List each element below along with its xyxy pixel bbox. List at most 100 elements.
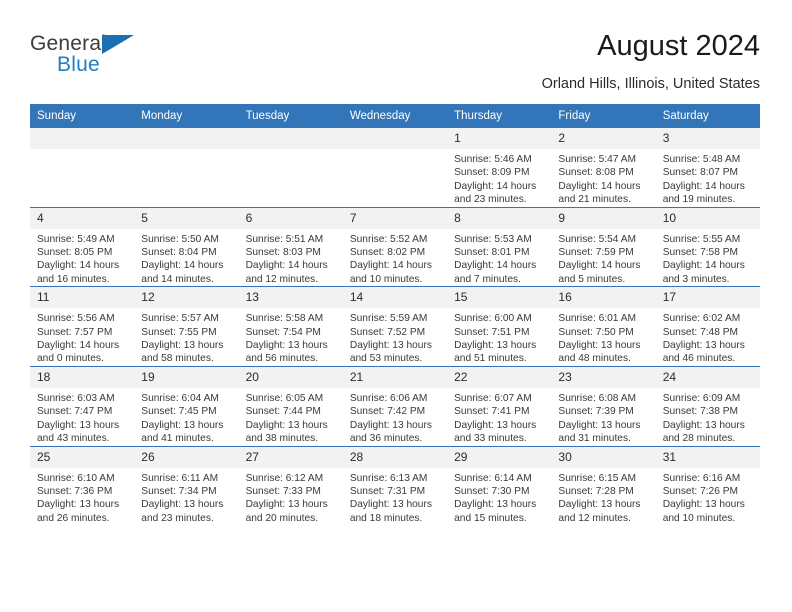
day-details: Sunrise: 6:15 AM Sunset: 7:28 PM Dayligh… bbox=[558, 472, 641, 524]
day-details: Sunrise: 6:00 AM Sunset: 7:51 PM Dayligh… bbox=[454, 313, 537, 365]
day-number: 11 bbox=[30, 287, 135, 309]
day-cell[interactable]: 26 Sunrise: 6:11 AM Sunset: 7:34 PM Dayli… bbox=[134, 445, 239, 526]
weekday-header-row: Sunday Monday Tuesday Wednesday Thursday… bbox=[30, 104, 760, 128]
day-details bbox=[30, 149, 134, 153]
day-number: 31 bbox=[655, 446, 760, 468]
day-cell[interactable]: 2 Sunrise: 5:47 AM Sunset: 8:08 PM Daylig… bbox=[551, 128, 656, 208]
day-cell[interactable]: 30 Sunrise: 6:15 AM Sunset: 7:28 PM Dayli… bbox=[551, 445, 656, 526]
day-number: 24 bbox=[655, 366, 760, 388]
day-cell[interactable]: 7 Sunrise: 5:52 AM Sunset: 8:02 PM Daylig… bbox=[342, 206, 448, 287]
page-title: August 2024 bbox=[597, 30, 760, 62]
calendar-grid: Sunday Monday Tuesday Wednesday Thursday… bbox=[30, 104, 760, 526]
day-cell[interactable]: 4 Sunrise: 5:49 AM Sunset: 8:05 PM Daylig… bbox=[30, 206, 135, 287]
day-cell bbox=[342, 128, 448, 208]
day-details: Sunrise: 6:07 AM Sunset: 7:41 PM Dayligh… bbox=[454, 392, 537, 445]
day-number: 16 bbox=[551, 287, 656, 309]
day-cell[interactable]: 29 Sunrise: 6:14 AM Sunset: 7:30 PM Dayli… bbox=[447, 445, 552, 526]
day-cell[interactable]: 31 Sunrise: 6:16 AM Sunset: 7:26 PM Dayli… bbox=[655, 445, 760, 526]
day-number: 18 bbox=[30, 366, 135, 388]
day-cell[interactable]: 16 Sunrise: 6:01 AM Sunset: 7:50 PM Dayli… bbox=[551, 286, 656, 367]
day-details: Sunrise: 6:06 AM Sunset: 7:42 PM Dayligh… bbox=[349, 392, 432, 445]
week-row: 18 Sunrise: 6:03 AM Sunset: 7:47 PM Dayli… bbox=[30, 365, 760, 446]
day-details bbox=[134, 149, 238, 153]
day-cell[interactable]: 22 Sunrise: 6:07 AM Sunset: 7:41 PM Dayli… bbox=[447, 365, 552, 446]
day-cell[interactable]: 10 Sunrise: 5:55 AM Sunset: 7:58 PM Dayli… bbox=[655, 206, 760, 287]
logo-text-blue: Blue bbox=[57, 53, 100, 76]
day-details: Sunrise: 5:52 AM Sunset: 8:02 PM Dayligh… bbox=[349, 233, 432, 285]
day-cell[interactable]: 3 Sunrise: 5:48 AM Sunset: 8:07 PM Daylig… bbox=[655, 128, 760, 208]
day-details: Sunrise: 5:54 AM Sunset: 7:59 PM Dayligh… bbox=[558, 233, 641, 285]
calendar-page: General Blue August 2024 Orland Hills, I… bbox=[0, 0, 792, 612]
day-number: 17 bbox=[655, 287, 760, 309]
day-details: Sunrise: 5:46 AM Sunset: 8:09 PM Dayligh… bbox=[454, 154, 537, 206]
day-details: Sunrise: 5:51 AM Sunset: 8:03 PM Dayligh… bbox=[245, 233, 328, 285]
day-cell[interactable]: 25 Sunrise: 6:10 AM Sunset: 7:36 PM Dayli… bbox=[30, 445, 135, 526]
day-cell bbox=[238, 128, 343, 208]
day-details: Sunrise: 5:59 AM Sunset: 7:52 PM Dayligh… bbox=[349, 313, 432, 365]
day-cell[interactable]: 24 Sunrise: 6:09 AM Sunset: 7:38 PM Dayli… bbox=[655, 365, 760, 446]
day-details: Sunrise: 6:10 AM Sunset: 7:36 PM Dayligh… bbox=[37, 472, 120, 524]
day-details: Sunrise: 5:48 AM Sunset: 8:07 PM Dayligh… bbox=[662, 154, 745, 206]
day-cell[interactable]: 8 Sunrise: 5:53 AM Sunset: 8:01 PM Daylig… bbox=[447, 206, 552, 287]
day-number: 1 bbox=[447, 128, 552, 149]
day-number: 9 bbox=[551, 207, 656, 229]
day-number bbox=[238, 128, 343, 149]
day-details: Sunrise: 6:12 AM Sunset: 7:33 PM Dayligh… bbox=[245, 472, 328, 524]
day-cell[interactable]: 13 Sunrise: 5:58 AM Sunset: 7:54 PM Dayli… bbox=[238, 286, 343, 367]
day-details: Sunrise: 5:55 AM Sunset: 7:58 PM Dayligh… bbox=[662, 233, 745, 285]
day-number bbox=[30, 128, 135, 149]
day-details: Sunrise: 6:04 AM Sunset: 7:45 PM Dayligh… bbox=[141, 392, 224, 445]
day-details: Sunrise: 5:50 AM Sunset: 8:04 PM Dayligh… bbox=[141, 233, 224, 285]
week-row: 25 Sunrise: 6:10 AM Sunset: 7:36 PM Dayli… bbox=[30, 445, 760, 526]
day-cell[interactable]: 12 Sunrise: 5:57 AM Sunset: 7:55 PM Dayli… bbox=[134, 286, 239, 367]
day-number: 26 bbox=[134, 446, 239, 468]
day-number: 30 bbox=[551, 446, 656, 468]
day-number: 8 bbox=[447, 207, 552, 229]
day-details: Sunrise: 5:56 AM Sunset: 7:57 PM Dayligh… bbox=[37, 313, 120, 365]
day-number: 27 bbox=[238, 446, 343, 468]
location-subtitle: Orland Hills, Illinois, United States bbox=[541, 76, 760, 92]
day-number: 15 bbox=[447, 287, 552, 309]
day-number: 19 bbox=[134, 366, 239, 388]
day-details: Sunrise: 5:53 AM Sunset: 8:01 PM Dayligh… bbox=[454, 233, 537, 285]
day-cell[interactable]: 20 Sunrise: 6:05 AM Sunset: 7:44 PM Dayli… bbox=[238, 365, 343, 446]
day-cell[interactable]: 6 Sunrise: 5:51 AM Sunset: 8:03 PM Daylig… bbox=[238, 206, 343, 287]
day-details: Sunrise: 6:09 AM Sunset: 7:38 PM Dayligh… bbox=[662, 392, 745, 445]
general-blue-logo[interactable]: General Blue bbox=[30, 32, 150, 84]
day-cell[interactable]: 21 Sunrise: 6:06 AM Sunset: 7:42 PM Dayli… bbox=[342, 365, 448, 446]
day-cell[interactable]: 18 Sunrise: 6:03 AM Sunset: 7:47 PM Dayli… bbox=[30, 365, 135, 446]
day-number: 4 bbox=[30, 207, 135, 229]
day-cell[interactable]: 28 Sunrise: 6:13 AM Sunset: 7:31 PM Dayli… bbox=[342, 445, 448, 526]
day-number: 12 bbox=[134, 287, 239, 309]
day-cell[interactable]: 17 Sunrise: 6:02 AM Sunset: 7:48 PM Dayli… bbox=[655, 286, 760, 367]
day-cell[interactable]: 1 Sunrise: 5:46 AM Sunset: 8:09 PM Daylig… bbox=[447, 128, 552, 208]
weekday-header-tuesday: Tuesday bbox=[238, 104, 343, 128]
day-number: 2 bbox=[551, 128, 656, 149]
day-cell[interactable]: 23 Sunrise: 6:08 AM Sunset: 7:39 PM Dayli… bbox=[551, 365, 656, 446]
weekday-header-wednesday: Wednesday bbox=[342, 104, 448, 128]
day-details bbox=[343, 149, 447, 153]
week-row: 11 Sunrise: 5:56 AM Sunset: 7:57 PM Dayli… bbox=[30, 286, 760, 367]
day-cell[interactable]: 27 Sunrise: 6:12 AM Sunset: 7:33 PM Dayli… bbox=[238, 445, 343, 526]
day-details: Sunrise: 6:13 AM Sunset: 7:31 PM Dayligh… bbox=[349, 472, 432, 524]
day-cell[interactable]: 19 Sunrise: 6:04 AM Sunset: 7:45 PM Dayli… bbox=[134, 365, 239, 446]
day-details: Sunrise: 6:02 AM Sunset: 7:48 PM Dayligh… bbox=[662, 313, 745, 365]
day-cell[interactable]: 11 Sunrise: 5:56 AM Sunset: 7:57 PM Dayli… bbox=[30, 286, 135, 367]
day-details: Sunrise: 5:47 AM Sunset: 8:08 PM Dayligh… bbox=[558, 154, 641, 206]
day-details: Sunrise: 6:03 AM Sunset: 7:47 PM Dayligh… bbox=[37, 392, 120, 445]
day-cell[interactable]: 5 Sunrise: 5:50 AM Sunset: 8:04 PM Daylig… bbox=[134, 206, 239, 287]
weekday-header-monday: Monday bbox=[134, 104, 239, 128]
triangle-flag-icon bbox=[102, 35, 134, 54]
day-cell bbox=[134, 128, 239, 208]
day-cell[interactable]: 14 Sunrise: 5:59 AM Sunset: 7:52 PM Dayli… bbox=[342, 286, 448, 367]
day-details bbox=[239, 149, 343, 153]
day-cell[interactable]: 9 Sunrise: 5:54 AM Sunset: 7:59 PM Daylig… bbox=[551, 206, 656, 287]
day-cell[interactable]: 15 Sunrise: 6:00 AM Sunset: 7:51 PM Dayli… bbox=[447, 286, 552, 367]
day-number: 28 bbox=[342, 446, 448, 468]
day-number: 10 bbox=[655, 207, 760, 229]
day-number: 13 bbox=[238, 287, 343, 309]
day-details: Sunrise: 5:57 AM Sunset: 7:55 PM Dayligh… bbox=[141, 313, 224, 365]
day-number: 20 bbox=[238, 366, 343, 388]
day-number: 3 bbox=[655, 128, 760, 149]
day-number: 14 bbox=[342, 287, 448, 309]
